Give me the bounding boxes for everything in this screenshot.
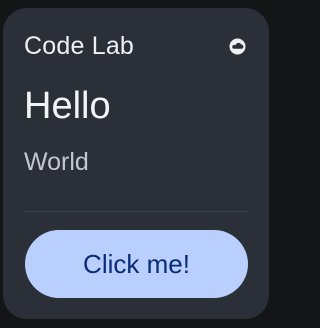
- cloud-icon: [229, 38, 246, 55]
- divider: [24, 211, 247, 212]
- headline-text: Hello: [24, 85, 111, 127]
- app-title: Code Lab: [24, 32, 135, 60]
- tile-card: Code Lab Hello World Click me!: [3, 8, 269, 319]
- subtitle-text: World: [24, 148, 89, 176]
- click-me-button[interactable]: Click me!: [25, 230, 248, 298]
